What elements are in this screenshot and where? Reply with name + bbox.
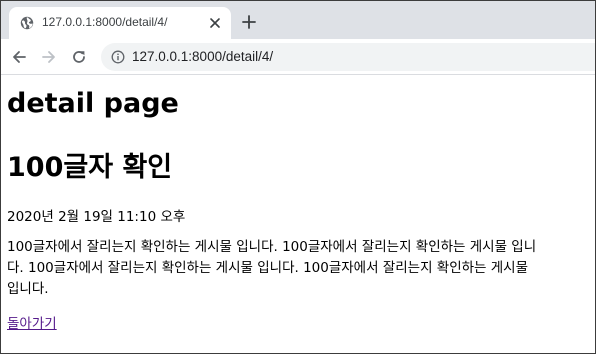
tab-title: 127.0.0.1:8000/detail/4/ [42,15,168,29]
arrow-right-icon[interactable] [41,49,57,65]
info-icon[interactable] [111,50,125,64]
page-heading: detail page [7,88,179,119]
back-link[interactable]: 돌아가기 [7,312,57,332]
arrow-left-icon[interactable] [11,49,27,65]
url-text: 127.0.0.1:8000/detail/4/ [132,49,274,64]
address-bar[interactable]: 127.0.0.1:8000/detail/4/ [101,43,595,71]
post-body: 100글자에서 잘리는지 확인하는 게시물 입니다. 100글자에서 잘리는지 … [7,237,595,300]
post-body-line: 다. 100글자에서 잘리는지 확인하는 게시물 입니다. 100글자에서 잘리… [7,260,529,276]
tab-strip: 127.0.0.1:8000/detail/4/ [1,1,595,39]
post-body-line: 100글자에서 잘리는지 확인하는 게시물 입니다. 100글자에서 잘리는지 … [7,239,537,255]
close-icon[interactable] [208,16,222,30]
reload-icon[interactable] [71,49,87,65]
post-body-line: 입니다. [7,281,49,297]
post-date: 2020년 2월 19일 11:10 오후 [7,209,186,225]
browser-window: 127.0.0.1:8000/detail/4/ 127.0.0.1:8000/… [0,0,596,354]
page-content: detail page 100글자 확인 2020년 2월 19일 11:10 … [1,76,595,353]
globe-icon [20,16,34,30]
post-title: 100글자 확인 [7,152,173,183]
browser-toolbar: 127.0.0.1:8000/detail/4/ [1,39,595,75]
plus-icon[interactable] [241,14,257,30]
browser-tab[interactable]: 127.0.0.1:8000/detail/4/ [9,7,231,39]
